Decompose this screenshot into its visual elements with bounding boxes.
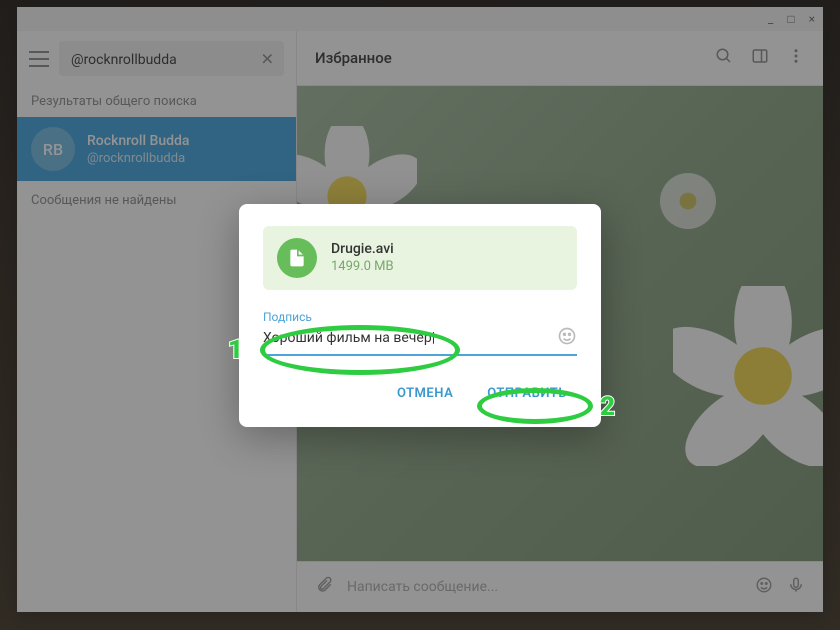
file-size: 1499.0 MB: [331, 259, 394, 274]
caption-input[interactable]: Хороший фильм на вечер: [263, 330, 557, 346]
file-name: Drugie.avi: [331, 241, 394, 257]
send-file-dialog: Drugie.avi 1499.0 MB Подпись Хороший фил…: [239, 204, 601, 427]
modal-overlay[interactable]: Drugie.avi 1499.0 MB Подпись Хороший фил…: [0, 0, 840, 630]
send-button[interactable]: ОТПРАВИТЬ: [477, 378, 577, 409]
file-attachment[interactable]: Drugie.avi 1499.0 MB: [263, 226, 577, 290]
cancel-button[interactable]: ОТМЕНА: [387, 378, 463, 409]
file-icon: [277, 238, 317, 278]
caption-label: Подпись: [263, 310, 577, 324]
emoji-icon[interactable]: [557, 326, 577, 350]
